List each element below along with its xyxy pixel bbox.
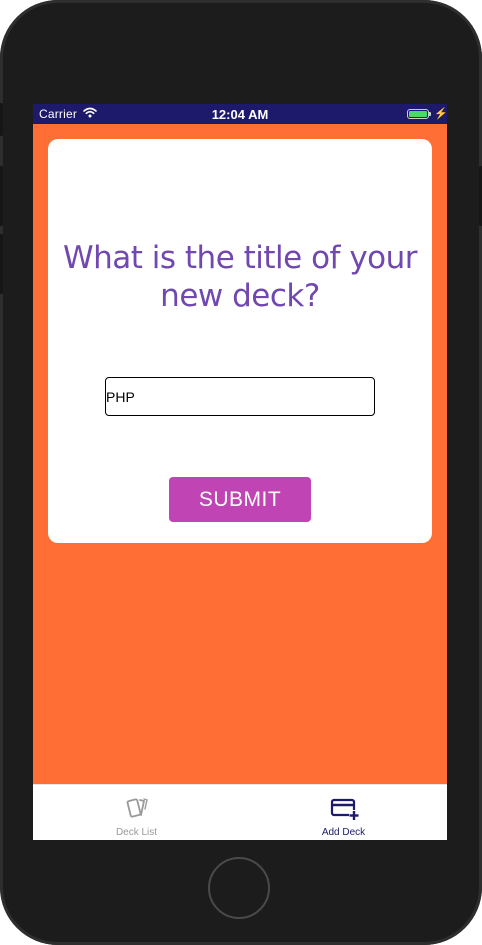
volume-up-button	[0, 166, 3, 226]
volume-down-button	[0, 234, 3, 294]
battery-cap	[429, 112, 431, 116]
tab-bar: Deck List Add Deck	[33, 784, 447, 840]
app-screen: Carrier 12:04 AM ⚡ What is the title of …	[33, 104, 447, 840]
tab-add-deck-label: Add Deck	[321, 827, 366, 838]
tab-add-deck[interactable]: Add Deck	[240, 785, 447, 840]
mute-switch	[0, 103, 3, 136]
tab-deck-list-label: Deck List	[115, 827, 158, 838]
cards-icon	[33, 795, 240, 821]
submit-button[interactable]: SUBMIT	[169, 477, 311, 522]
deck-title-question: What is the title of your new deck?	[62, 240, 418, 314]
home-button[interactable]	[208, 857, 270, 919]
status-bar: Carrier 12:04 AM ⚡	[33, 104, 447, 124]
battery-level	[409, 111, 427, 117]
phone-frame: Carrier 12:04 AM ⚡ What is the title of …	[0, 0, 482, 945]
add-deck-card: What is the title of your new deck? SUBM…	[48, 139, 432, 543]
add-card-icon	[240, 795, 447, 821]
tab-deck-list[interactable]: Deck List	[33, 785, 240, 840]
battery-icon	[407, 109, 429, 119]
deck-title-input[interactable]	[105, 377, 375, 416]
status-time: 12:04 AM	[211, 107, 269, 122]
charging-bolt-icon: ⚡	[434, 108, 447, 120]
